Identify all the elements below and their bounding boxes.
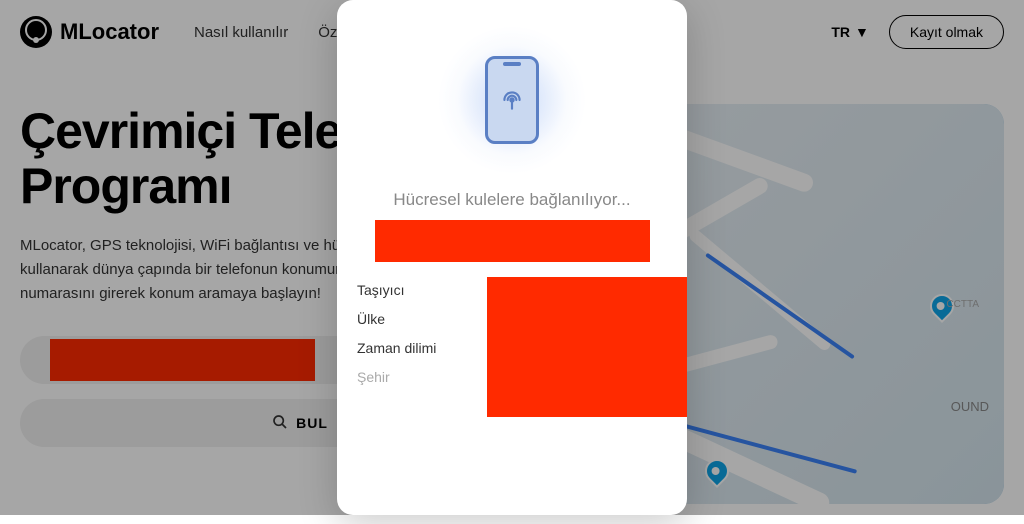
antenna-icon (499, 87, 525, 113)
redacted-field-values (487, 277, 687, 417)
modal-status-text: Hücresel kulelere bağlanılıyor... (393, 190, 630, 210)
connection-modal: Hücresel kulelere bağlanılıyor... Taşıyı… (337, 0, 687, 515)
redacted-status-value (375, 220, 650, 262)
field-timezone-label: Zaman dilimi (357, 340, 487, 356)
phone-icon (485, 56, 539, 144)
field-country-label: Ülke (357, 311, 487, 327)
field-carrier-label: Taşıyıcı (357, 282, 487, 298)
phone-graphic (437, 25, 587, 175)
field-city-label: Şehir (357, 369, 487, 385)
